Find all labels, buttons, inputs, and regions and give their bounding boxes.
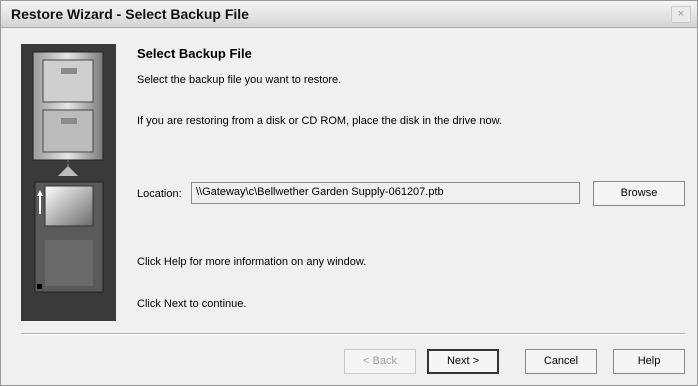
close-button[interactable]: × [671, 6, 691, 23]
title-bar[interactable]: Restore Wizard - Select Backup File × [1, 1, 697, 28]
wizard-illustration [21, 44, 116, 321]
button-separator [21, 333, 685, 335]
location-label: Location: [137, 188, 182, 200]
next-button[interactable]: Next > [427, 349, 499, 374]
help-button[interactable]: Help [613, 349, 685, 374]
disk-note-text: If you are restoring from a disk or CD R… [137, 115, 502, 127]
back-button[interactable]: < Back [344, 349, 416, 374]
cancel-button[interactable]: Cancel [525, 349, 597, 374]
restore-wizard-window: Restore Wizard - Select Backup File × Se… [0, 0, 698, 386]
instruction-text: Select the backup file you want to resto… [137, 74, 342, 86]
file-cabinet-icon [32, 51, 104, 293]
browse-button[interactable]: Browse [593, 181, 685, 206]
next-note-text: Click Next to continue. [137, 298, 247, 310]
window-title: Restore Wizard - Select Backup File [11, 6, 249, 22]
help-note-text: Click Help for more information on any w… [137, 256, 367, 268]
page-heading: Select Backup File [137, 46, 252, 61]
location-field[interactable]: \\Gateway\c\Bellwether Garden Supply-061… [191, 182, 580, 204]
